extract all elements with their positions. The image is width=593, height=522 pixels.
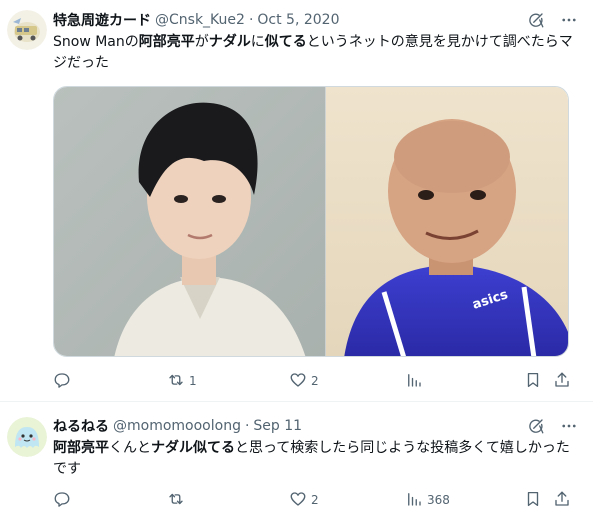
- reply-icon: [53, 490, 71, 511]
- grok-icon[interactable]: [527, 11, 545, 29]
- retweet-button[interactable]: 1: [167, 371, 197, 391]
- views-count: 368: [427, 493, 450, 507]
- tweet-header: ねるねる @momomooolong · Sep 11: [53, 416, 302, 436]
- timestamp[interactable]: Sep 11: [253, 418, 302, 434]
- tweet-actions: 2 368: [53, 490, 571, 510]
- tweet-text: 阿部亮平くんとナダル似てると思って検索したら同じような投稿多くて嬉しかったです: [53, 438, 583, 480]
- tweet[interactable]: 特急周遊カード @Cnsk_Kue2 · Oct 5, 2020 Snow Ma…: [0, 0, 593, 402]
- like-button[interactable]: 2: [289, 371, 319, 391]
- text-run-bold: ナダル似てる: [151, 440, 235, 456]
- bookmark-icon: [524, 371, 542, 392]
- like-icon: [289, 371, 307, 392]
- separator-dot: ·: [248, 12, 254, 28]
- reply-button[interactable]: [53, 371, 75, 391]
- retweet-icon: [167, 371, 185, 392]
- share-icon: [553, 371, 571, 392]
- share-button[interactable]: [553, 490, 571, 510]
- text-run: の: [124, 34, 139, 50]
- text-run-bold: 似てる: [264, 34, 307, 50]
- avatar[interactable]: [7, 10, 47, 50]
- bookmark-button[interactable]: [524, 490, 542, 510]
- timestamp[interactable]: Oct 5, 2020: [257, 12, 339, 28]
- tweet-text: Snow Manの阿部亮平がナダルに似てるというネットの意見を見かけて調べたらマ…: [53, 32, 583, 74]
- retweet-count: 1: [189, 374, 197, 388]
- views-button[interactable]: 368: [405, 490, 450, 510]
- text-run: くんと: [109, 440, 151, 456]
- retweet-icon: [167, 490, 185, 511]
- share-icon: [553, 490, 571, 511]
- views-icon: [405, 490, 423, 511]
- separator-dot: ·: [244, 418, 250, 434]
- views-icon: [405, 371, 423, 392]
- more-icon[interactable]: [560, 11, 578, 29]
- display-name[interactable]: 特急周遊カード: [53, 10, 151, 30]
- views-button[interactable]: [405, 371, 427, 391]
- text-run: Snow Man: [53, 34, 125, 50]
- text-run-bold: 阿部亮平: [53, 440, 109, 456]
- grok-icon[interactable]: [527, 417, 545, 435]
- text-run: が: [194, 34, 209, 50]
- text-run: に: [250, 34, 265, 50]
- tweet-actions: 1 2: [53, 371, 571, 391]
- like-button[interactable]: 2: [289, 490, 319, 510]
- retweet-button[interactable]: [167, 490, 189, 510]
- avatar[interactable]: [7, 417, 47, 457]
- tweet-header: 特急周遊カード @Cnsk_Kue2 · Oct 5, 2020: [53, 10, 339, 30]
- tweet-media-image[interactable]: asics: [53, 86, 569, 357]
- reply-button[interactable]: [53, 490, 75, 510]
- text-run-bold: 阿部亮平: [138, 34, 195, 50]
- more-icon[interactable]: [560, 417, 578, 435]
- like-count: 2: [311, 374, 319, 388]
- share-button[interactable]: [553, 371, 571, 391]
- text-run-bold: ナダル: [208, 34, 251, 50]
- tweet[interactable]: ねるねる @momomooolong · Sep 11 阿部亮平くんとナダル似て…: [0, 402, 593, 522]
- display-name[interactable]: ねるねる: [53, 416, 109, 436]
- bookmark-icon: [524, 490, 542, 511]
- like-count: 2: [311, 493, 319, 507]
- bookmark-button[interactable]: [524, 371, 542, 391]
- user-handle[interactable]: @Cnsk_Kue2: [155, 12, 245, 28]
- reply-icon: [53, 371, 71, 392]
- user-handle[interactable]: @momomooolong: [113, 418, 241, 434]
- like-icon: [289, 490, 307, 511]
